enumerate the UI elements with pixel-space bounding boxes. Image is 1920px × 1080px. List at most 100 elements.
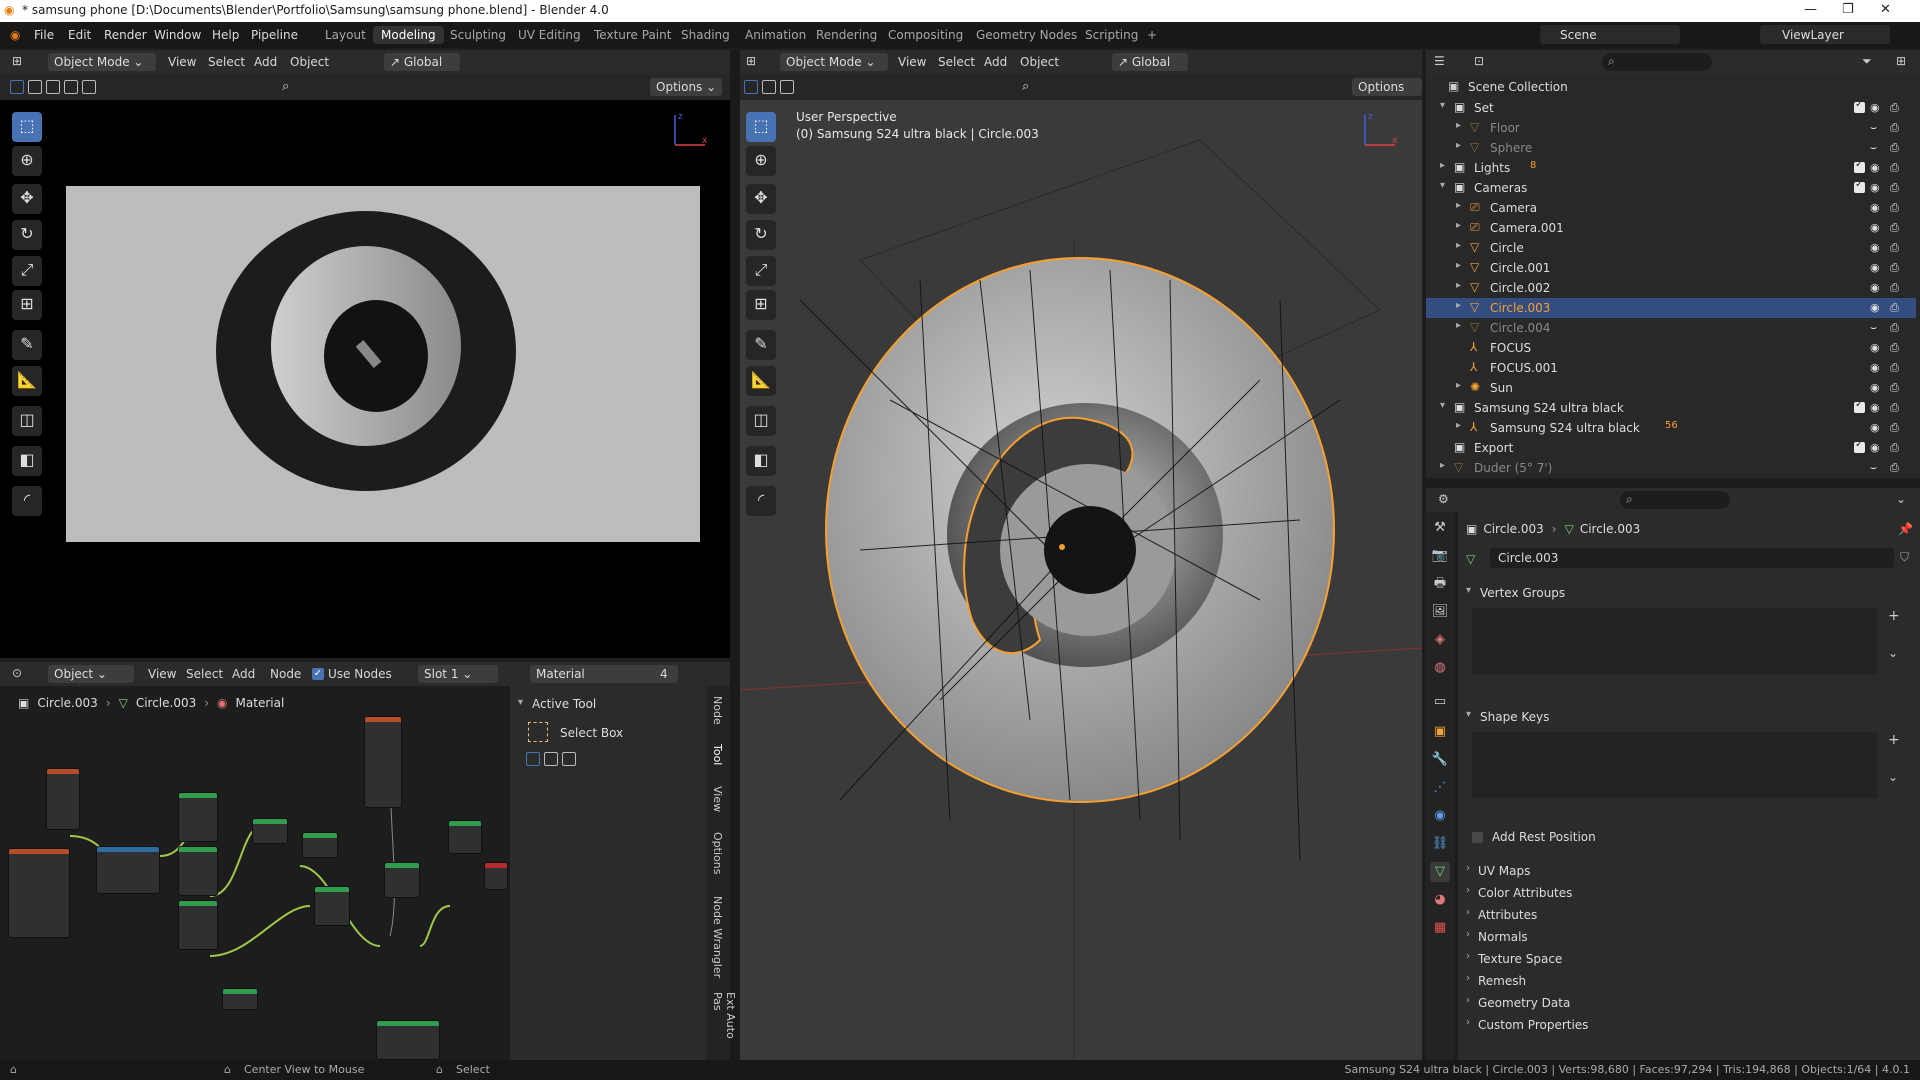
annotate-tool-icon[interactable]: ✎	[12, 330, 42, 360]
modifier-tab-icon[interactable]: 🔧	[1430, 750, 1450, 770]
right-menu-select[interactable]: Select	[938, 55, 975, 69]
shape-keys-section[interactable]: ▾ Shape Keys	[1466, 706, 1906, 728]
render-camera-icon[interactable]: ⎙	[1890, 461, 1899, 475]
object-tab-icon[interactable]: ▣	[1430, 722, 1450, 742]
select-mode-icon[interactable]	[744, 80, 758, 94]
editor-type-icon[interactable]: ⊞	[12, 54, 22, 68]
add-shape-key-button[interactable]: +	[1888, 732, 1900, 748]
node-principled[interactable]	[448, 820, 482, 854]
outliner-row[interactable]: ▸ ▽ Floor ⌣ ⎙	[1426, 118, 1916, 138]
scene-tab-icon[interactable]: ◈	[1430, 630, 1450, 650]
add-rest-position-checkbox[interactable]	[1472, 832, 1483, 843]
scene-selector[interactable]: Scene	[1540, 25, 1680, 44]
tab-layout[interactable]: Layout	[325, 28, 366, 42]
render-camera-icon[interactable]: ⎙	[1890, 201, 1899, 215]
node-bump[interactable]	[314, 886, 350, 926]
tab-rendering[interactable]: Rendering	[816, 28, 877, 42]
search-icon[interactable]: ⌕	[282, 79, 289, 94]
node-mix-shader[interactable]	[384, 862, 420, 898]
node-mapping[interactable]	[96, 846, 160, 894]
menu-pipeline[interactable]: Pipeline	[251, 28, 298, 42]
node-menu-view[interactable]: View	[148, 667, 176, 681]
render-camera-icon[interactable]: ⎙	[1890, 141, 1899, 155]
collection-tab-icon[interactable]: ▭	[1430, 692, 1450, 712]
select-tool-icon[interactable]: ⬚	[746, 112, 776, 142]
eye-closed-icon[interactable]: ⌣	[1870, 461, 1877, 475]
eye-closed-icon[interactable]: ⌣	[1870, 141, 1877, 155]
eye-closed-icon[interactable]: ⌣	[1870, 121, 1877, 135]
use-nodes-checkbox[interactable]: ✓	[312, 668, 324, 680]
tab-node-wrangler[interactable]: Node Wrangler	[711, 896, 724, 978]
scale-tool-icon[interactable]: ⤢	[12, 256, 42, 286]
node-menu-add[interactable]: Add	[232, 667, 255, 681]
tool-mode-subtract-icon[interactable]	[562, 752, 576, 766]
node-image-texture[interactable]	[8, 848, 70, 938]
tab-uv-editing[interactable]: UV Editing	[518, 28, 581, 42]
chevron-down-icon[interactable]: ⌄	[1888, 646, 1898, 660]
vertex-groups-list[interactable]	[1472, 608, 1878, 674]
measure-tool-icon[interactable]: 📐	[746, 366, 776, 396]
properties-section[interactable]: › Color Attributes	[1466, 882, 1906, 904]
left-menu-object[interactable]: Object	[290, 55, 329, 69]
slot-dropdown[interactable]: Slot 1 ⌄	[418, 665, 498, 683]
node-color-ramp-3[interactable]	[178, 900, 218, 950]
outliner-row[interactable]: ⅄ FOCUS.001 ◉ ⎙	[1426, 358, 1916, 378]
eye-icon[interactable]: ◉	[1870, 381, 1880, 394]
physics-tab-icon[interactable]: ◉	[1430, 806, 1450, 826]
render-camera-icon[interactable]: ⎙	[1890, 401, 1899, 415]
outliner-row[interactable]: ▾ ▣ Samsung S24 ultra black ◉ ⎙	[1426, 398, 1916, 418]
right-menu-object[interactable]: Object	[1020, 55, 1059, 69]
tool-mode-new-icon[interactable]	[526, 752, 540, 766]
exclude-checkbox[interactable]	[1854, 179, 1865, 193]
close-icon[interactable]: ✕	[1880, 2, 1891, 17]
eye-icon[interactable]: ◉	[1870, 401, 1880, 414]
outliner-row[interactable]: ▸ ▽ Duder (5° 7') ⌣ ⎙	[1426, 458, 1916, 478]
move-tool-icon[interactable]: ✥	[12, 184, 42, 214]
data-tab-icon[interactable]: ▽	[1430, 862, 1450, 882]
left-camera-viewport[interactable]: ⬚ ⊕ ✥ ↻ ⤢ ⊞ ✎ 📐 ◫ ◧ ◜ xz	[0, 100, 730, 658]
render-camera-icon[interactable]: ⎙	[1890, 101, 1899, 115]
texture-tab-icon[interactable]: ▦	[1430, 918, 1450, 938]
node-mix-1[interactable]	[252, 818, 288, 844]
view-layer-tab-icon[interactable]: 🖼	[1430, 602, 1450, 622]
world-tab-icon[interactable]: ◍	[1430, 658, 1450, 678]
editor-type-icon[interactable]: ⊞	[746, 54, 756, 68]
exclude-checkbox[interactable]	[1854, 99, 1865, 113]
left-mode-dropdown[interactable]: Object Mode ⌄	[48, 53, 156, 71]
exclude-checkbox[interactable]	[1854, 439, 1865, 453]
outliner-row[interactable]: ⅄ FOCUS ◉ ⎙	[1426, 338, 1916, 358]
outliner-row[interactable]: ▸ ✺ Sun ◉ ⎙	[1426, 378, 1916, 398]
outliner-row[interactable]: ▾ ▣ Set ◉ ⎙	[1426, 98, 1916, 118]
select-extend-icon[interactable]	[762, 80, 776, 94]
right-options-dropdown[interactable]: Options ⌄	[1352, 78, 1422, 108]
expand-toggle-icon[interactable]: ▸	[1456, 140, 1461, 151]
blender-menu-icon[interactable]: ◉	[10, 28, 20, 42]
node-light-path[interactable]	[364, 716, 402, 808]
box-tool-icon[interactable]: ◧	[12, 446, 42, 476]
constraint-tab-icon[interactable]: ⛓	[1430, 834, 1450, 854]
render-camera-icon[interactable]: ⎙	[1890, 361, 1899, 375]
outliner-row[interactable]: ▸ ⎚ Camera ◉ ⎙	[1426, 198, 1916, 218]
tab-sculpting[interactable]: Sculpting	[450, 28, 506, 42]
expand-toggle-icon[interactable]: ▸	[1456, 380, 1461, 391]
properties-section[interactable]: › Attributes	[1466, 904, 1906, 926]
render-camera-icon[interactable]: ⎙	[1890, 121, 1899, 135]
render-camera-icon[interactable]: ⎙	[1890, 421, 1899, 435]
eye-icon[interactable]: ◉	[1870, 181, 1880, 194]
box-tool-icon[interactable]: ◧	[746, 446, 776, 476]
left-menu-view[interactable]: View	[168, 55, 196, 69]
active-tool-section[interactable]: ▾ Active Tool	[518, 694, 698, 714]
annotate-tool-icon[interactable]: ✎	[746, 330, 776, 360]
render-camera-icon[interactable]: ⎙	[1890, 161, 1899, 175]
properties-editor-icon[interactable]: ⚙	[1438, 492, 1449, 506]
expand-toggle-icon[interactable]: ▸	[1456, 300, 1461, 311]
tab-ext-auto-pas[interactable]: Ext Auto Pas	[711, 992, 737, 1060]
move-tool-icon[interactable]: ✥	[746, 184, 776, 214]
select-mode-icon[interactable]	[10, 80, 24, 94]
outliner-row[interactable]: ▸ ▽ Circle ◉ ⎙	[1426, 238, 1916, 258]
tab-modeling[interactable]: Modeling	[373, 26, 444, 44]
eye-icon[interactable]: ◉	[1870, 221, 1880, 234]
expand-toggle-icon[interactable]: ▾	[1440, 400, 1445, 411]
expand-toggle-icon[interactable]: ▸	[1440, 160, 1445, 171]
exclude-checkbox[interactable]	[1854, 159, 1865, 173]
